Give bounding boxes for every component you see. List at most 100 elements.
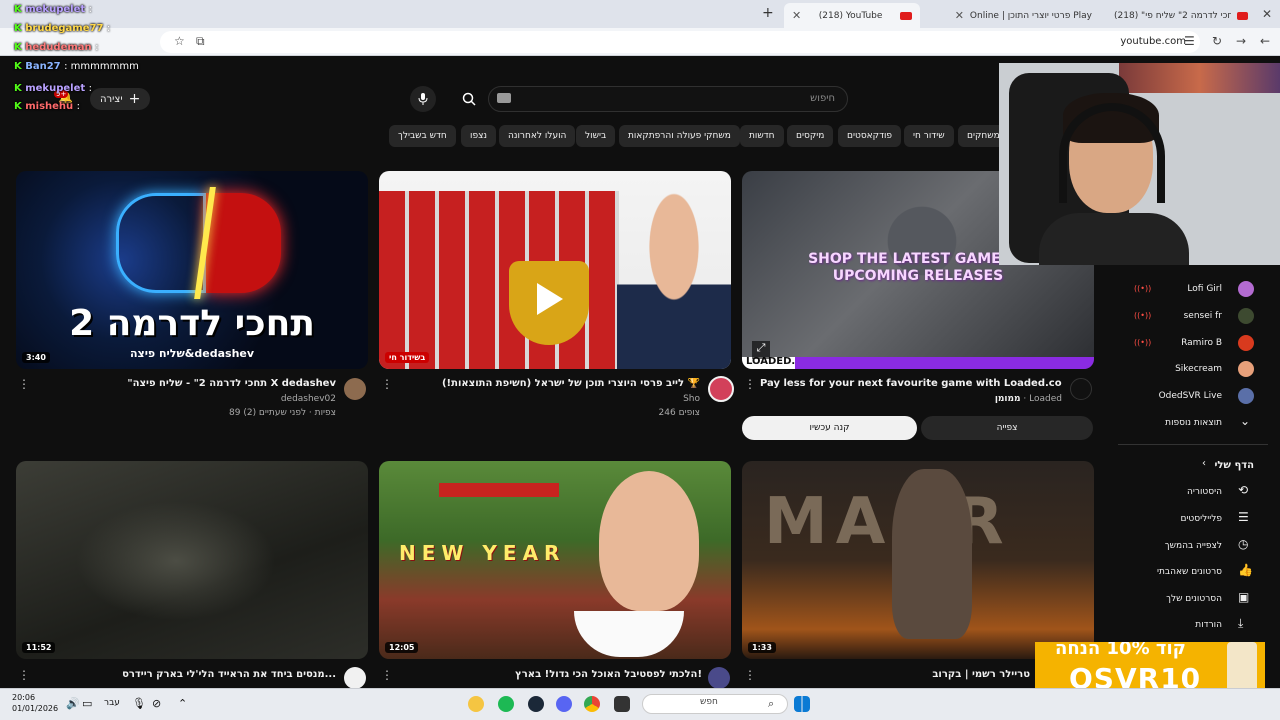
subscription-lofi-girl[interactable]: Lofi Girl — [1140, 284, 1222, 294]
video-title[interactable]: מנסים ביחד את הראייד הלי'לי בארק ריידרס.… — [40, 669, 336, 680]
chip-podcasts[interactable]: פודקאסטים — [838, 125, 902, 147]
advertiser-logo[interactable] — [1070, 378, 1092, 400]
subscription-odedsvr-live[interactable]: OdedSVR Live — [1140, 391, 1222, 401]
avatar[interactable] — [708, 667, 730, 689]
chevron-down-icon[interactable]: ⌄ — [1240, 414, 1250, 428]
tab-close-icon[interactable]: ✕ — [1262, 7, 1272, 21]
chat-message: K Ban27 : mmmmmmm — [14, 61, 139, 72]
channel-name[interactable]: Sho — [400, 394, 700, 404]
create-button[interactable]: יצירה + — [90, 88, 151, 110]
tab-youtube-video[interactable]: (218) "תחכי לדרמה 2" שליח פי... — [1106, 3, 1256, 28]
bookmark-star-icon[interactable]: ☆ — [174, 34, 185, 48]
sidebar-item-history[interactable]: היסטוריה — [1140, 487, 1222, 497]
more-options-icon[interactable]: ⋮ — [744, 377, 756, 391]
show-more-subscriptions[interactable]: תוצאות נוספות — [1140, 418, 1222, 428]
language-indicator[interactable]: עבר — [104, 698, 120, 708]
avatar[interactable] — [708, 376, 734, 402]
ad-channel-row: ממומן · Loaded — [760, 394, 1062, 404]
subscription-ramiro-b[interactable]: Ramiro B — [1140, 338, 1222, 348]
ad-title[interactable]: Pay less for your next favourite game wi… — [760, 378, 1062, 389]
network-icon[interactable]: ▭ — [82, 697, 92, 710]
reload-icon[interactable]: ↻ — [1212, 34, 1222, 48]
discord-icon[interactable] — [556, 696, 572, 712]
sidebar-item-your-videos[interactable]: הסרטונים שלך — [1140, 594, 1222, 604]
buy-now-button[interactable]: קנה עכשיו — [742, 416, 917, 440]
chip-live[interactable]: שידור חי — [904, 125, 954, 147]
steam-icon[interactable] — [528, 696, 544, 712]
subscription-sensei-fr[interactable]: sensei fr — [1140, 311, 1222, 321]
video-thumbnail[interactable]: NEW YEAR 12:05 — [379, 461, 731, 659]
spotify-icon[interactable] — [498, 696, 514, 712]
chip-news[interactable]: חדשות — [740, 125, 784, 147]
avatar[interactable] — [344, 378, 366, 400]
windows-start-icon[interactable] — [794, 696, 810, 712]
wifi-off-icon[interactable]: ⊘ — [152, 697, 161, 710]
back-icon[interactable]: ← — [1260, 34, 1270, 48]
more-options-icon[interactable]: ⋮ — [744, 668, 756, 682]
duration-badge: 11:52 — [22, 642, 56, 653]
chat-text: : mmmmmmm — [64, 61, 139, 72]
search-button[interactable] — [452, 86, 486, 112]
video-thumbnail[interactable]: MADR 1:33 — [742, 461, 1094, 659]
play-icon[interactable] — [537, 283, 563, 315]
keyboard-icon[interactable] — [497, 93, 511, 103]
channel-avatar — [1238, 361, 1254, 377]
chip-action-adventure[interactable]: משחקי פעולה והרפתקאות — [619, 125, 740, 147]
more-options-icon[interactable]: ⋮ — [381, 668, 393, 682]
omnibox[interactable] — [160, 31, 1200, 53]
chat-username: mishehu — [25, 101, 74, 112]
video-thumbnail[interactable]: בשידור חי — [379, 171, 731, 369]
promo-top-text: קוד 10% הנחה — [1055, 642, 1186, 659]
tab-close-icon[interactable]: ✕ — [955, 9, 964, 22]
new-tab-icon[interactable]: + — [762, 5, 774, 21]
app-icon-tools[interactable] — [468, 696, 484, 712]
chat-badge-icon: K — [14, 83, 26, 94]
video-title[interactable]: הלכתי לפסטיבל האוכל הכי גדול! בארץ! — [400, 669, 702, 680]
more-options-icon[interactable]: ⋮ — [18, 668, 30, 682]
chrome-icon[interactable] — [584, 696, 600, 712]
chip-cooking[interactable]: בישול — [576, 125, 616, 147]
channel-name[interactable]: dedashev02 — [40, 394, 336, 404]
chat-text: : — [106, 23, 111, 34]
video-meta: 89 צפיות · לפני שעתיים (2) — [228, 408, 336, 418]
chat-text: : — [76, 101, 81, 112]
chevron-right-icon[interactable]: ‹ — [1202, 458, 1206, 469]
voice-search-button[interactable] — [410, 86, 436, 112]
channel-name[interactable]: Loaded — [1029, 394, 1062, 404]
external-link-icon[interactable]: ⤢ — [752, 341, 770, 359]
search-icon: ⌕ — [768, 697, 775, 710]
chip-recently-uploaded[interactable]: הועלו לאחרונה — [499, 125, 576, 147]
taskbar-clock[interactable]: 20:06 01/01/2026 — [12, 692, 58, 714]
avatar[interactable] — [344, 667, 366, 689]
you-section-title[interactable]: הדף שלי — [1140, 460, 1254, 471]
watch-button[interactable]: צפייה — [921, 416, 1093, 440]
tab-youtube-home[interactable]: ✕ (218) YouTube — [784, 3, 920, 28]
chip-new-for-you[interactable]: חדש בשבילך — [389, 125, 456, 147]
search-input[interactable]: חיפוש — [488, 86, 848, 112]
chip-watched[interactable]: נצפו — [461, 125, 497, 147]
duration-badge: 3:40 — [22, 352, 50, 363]
tab-creator-awards[interactable]: ✕ Online | פרטי יוצרי התוכן Play — [924, 3, 1100, 28]
tab-close-icon[interactable]: ✕ — [792, 9, 801, 22]
taskbar-search-placeholder: חפש — [700, 697, 718, 707]
chip-mixes[interactable]: מיקסים — [787, 125, 834, 147]
headphones — [1059, 103, 1165, 203]
video-thumbnail[interactable]: תחכי לדרמה 2 שליח פיצה&dedashev 3:40 — [16, 171, 368, 369]
subscription-sikecream[interactable]: Sikecream — [1140, 364, 1222, 374]
video-thumbnail[interactable]: 11:52 — [16, 461, 368, 659]
sidebar-item-playlists[interactable]: פלייליסטים — [1140, 514, 1222, 524]
video-title[interactable]: לייב פרסי היוצרי תוכן של ישראל (חשיפת הת… — [400, 378, 700, 389]
sidebar-item-liked-videos[interactable]: סרטונים שאהבתי — [1140, 567, 1222, 577]
mic-tray-icon[interactable]: 🎙 — [132, 697, 146, 710]
file-explorer-icon[interactable] — [614, 696, 630, 712]
video-title[interactable]: "תחכי לדרמה 2" - שליח פיצה X dedashev — [40, 378, 336, 389]
more-options-icon[interactable]: ⋮ — [381, 377, 393, 391]
forward-icon[interactable]: → — [1236, 34, 1246, 48]
sidebar-item-downloads[interactable]: הורדות — [1140, 620, 1222, 630]
video-title[interactable]: טריילר רשמי | בקרוב — [760, 669, 1030, 680]
volume-icon[interactable]: 🔊 — [66, 697, 80, 710]
share-icon[interactable]: ⧉ — [196, 34, 205, 49]
sidebar-item-watch-later[interactable]: לצפייה בהמשך — [1140, 541, 1222, 551]
show-hidden-icons[interactable]: ⌃ — [178, 697, 187, 710]
more-options-icon[interactable]: ⋮ — [18, 377, 30, 391]
